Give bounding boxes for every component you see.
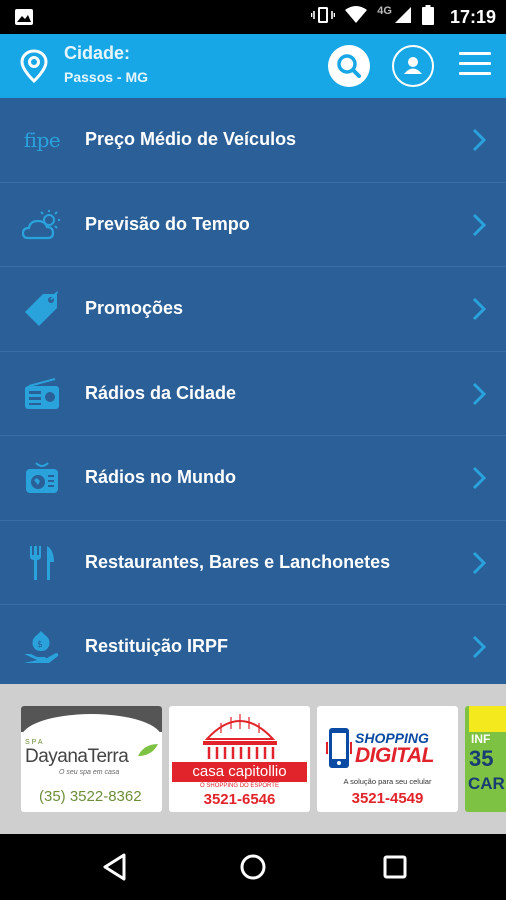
chevron-right-icon bbox=[472, 551, 487, 580]
money-hand-icon: $ bbox=[22, 629, 62, 665]
ad-tagline: O seu spa em casa bbox=[59, 769, 120, 776]
ad-brand-line2: DIGITAL bbox=[355, 744, 434, 767]
chevron-right-icon bbox=[472, 297, 487, 326]
menu-item-previsao-tempo[interactable]: Previsão do Tempo bbox=[0, 182, 506, 267]
menu-item-label: Preço Médio de Veículos bbox=[85, 129, 297, 149]
ad-brand: DayanaTerra bbox=[25, 746, 129, 767]
city-selector[interactable]: Passos - MG bbox=[64, 69, 148, 85]
leaf-icon bbox=[136, 742, 160, 763]
search-button[interactable] bbox=[328, 45, 370, 87]
ad-text-1: INF bbox=[471, 732, 491, 746]
recent-apps-icon[interactable] bbox=[380, 852, 410, 882]
chevron-right-icon bbox=[472, 128, 487, 157]
user-button[interactable] bbox=[392, 45, 434, 87]
ad-text-3: CAR bbox=[468, 774, 505, 793]
back-icon[interactable] bbox=[100, 852, 130, 882]
menu-item-label: Restaurantes, Bares e Lanchonetes bbox=[85, 551, 391, 572]
menu-item-promocoes[interactable]: Promoções bbox=[0, 267, 506, 352]
menu-list: fipe Preço Médio de Veículos Previsão do… bbox=[0, 98, 506, 690]
menu-item-preco-medio-veiculos[interactable]: fipe Preço Médio de Veículos bbox=[0, 98, 506, 183]
menu-item-radios-mundo[interactable]: Rádios no Mundo bbox=[0, 436, 506, 521]
ad-subtitle: O SHOPPING DO ESPORTE bbox=[200, 783, 279, 789]
menu-item-label: Restituição IRPF bbox=[85, 636, 229, 656]
clock: 17:19 bbox=[449, 6, 496, 27]
phone-device-icon bbox=[325, 726, 353, 775]
ad-text-2: 35 bbox=[469, 746, 494, 771]
radio-icon bbox=[22, 376, 62, 412]
user-icon bbox=[404, 57, 422, 74]
weather-icon bbox=[22, 207, 62, 243]
ad-phone: 3521-4549 bbox=[351, 790, 424, 807]
menu-item-radios-cidade[interactable]: Rádios da Cidade bbox=[0, 351, 506, 436]
menu-item-label: Promoções bbox=[85, 298, 184, 318]
image-notification-icon bbox=[14, 8, 34, 31]
vibrate-icon bbox=[310, 6, 336, 29]
chevron-right-icon bbox=[472, 635, 487, 664]
ad-phone: (35) 3522-8362 bbox=[39, 788, 142, 805]
fork-knife-icon bbox=[22, 545, 62, 581]
system-nav-bar bbox=[0, 834, 506, 900]
ad-subtitle: A solução para seu celular bbox=[343, 777, 432, 786]
tag-icon bbox=[22, 291, 62, 327]
menu-item-restaurantes[interactable]: Restaurantes, Bares e Lanchonetes bbox=[0, 520, 506, 605]
home-icon[interactable] bbox=[238, 852, 268, 882]
ad-banner-partial[interactable]: INF 35 CAR bbox=[465, 706, 506, 812]
signal-icon bbox=[394, 6, 412, 29]
status-bar: 4G 17:19 bbox=[0, 0, 506, 34]
chevron-right-icon bbox=[472, 213, 487, 242]
ad-phone: 3521-6546 bbox=[203, 791, 276, 808]
world-radio-icon bbox=[22, 460, 62, 496]
ad-brand: casa capitollio bbox=[172, 762, 307, 782]
chevron-right-icon bbox=[472, 466, 487, 495]
menu-item-label: Rádios da Cidade bbox=[85, 382, 237, 403]
location-pin-icon[interactable] bbox=[20, 49, 48, 88]
battery-icon bbox=[421, 4, 434, 30]
ads-carousel[interactable]: SPA DayanaTerra O seu spa em casa (35) 3… bbox=[0, 684, 506, 834]
ad-banner-dayanaterra[interactable]: SPA DayanaTerra O seu spa em casa (35) 3… bbox=[21, 706, 162, 812]
network-type: 4G bbox=[377, 5, 392, 17]
ad-banner-shopping-digital[interactable]: SHOPPING DIGITAL A solução para seu celu… bbox=[317, 706, 458, 812]
ad-spa-label: SPA bbox=[25, 739, 45, 746]
menu-item-label: Rádios no Mundo bbox=[85, 467, 236, 487]
city-label: Cidade: bbox=[64, 43, 131, 63]
search-icon bbox=[337, 54, 361, 78]
fipe-logo-icon: fipe bbox=[23, 128, 61, 152]
hamburger-menu-icon[interactable] bbox=[459, 52, 491, 80]
dome-building-icon bbox=[201, 709, 279, 766]
chevron-right-icon bbox=[472, 382, 487, 411]
menu-item-label: Previsão do Tempo bbox=[85, 213, 250, 234]
app-header: Cidade: Passos - MG bbox=[0, 34, 506, 98]
wifi-icon bbox=[345, 5, 368, 29]
svg-text:$: $ bbox=[37, 640, 43, 650]
menu-item-restituicao-irpf[interactable]: $ Restituição IRPF bbox=[0, 605, 506, 690]
ad-banner-casa-capitollio[interactable]: casa capitollio O SHOPPING DO ESPORTE 35… bbox=[169, 706, 310, 812]
